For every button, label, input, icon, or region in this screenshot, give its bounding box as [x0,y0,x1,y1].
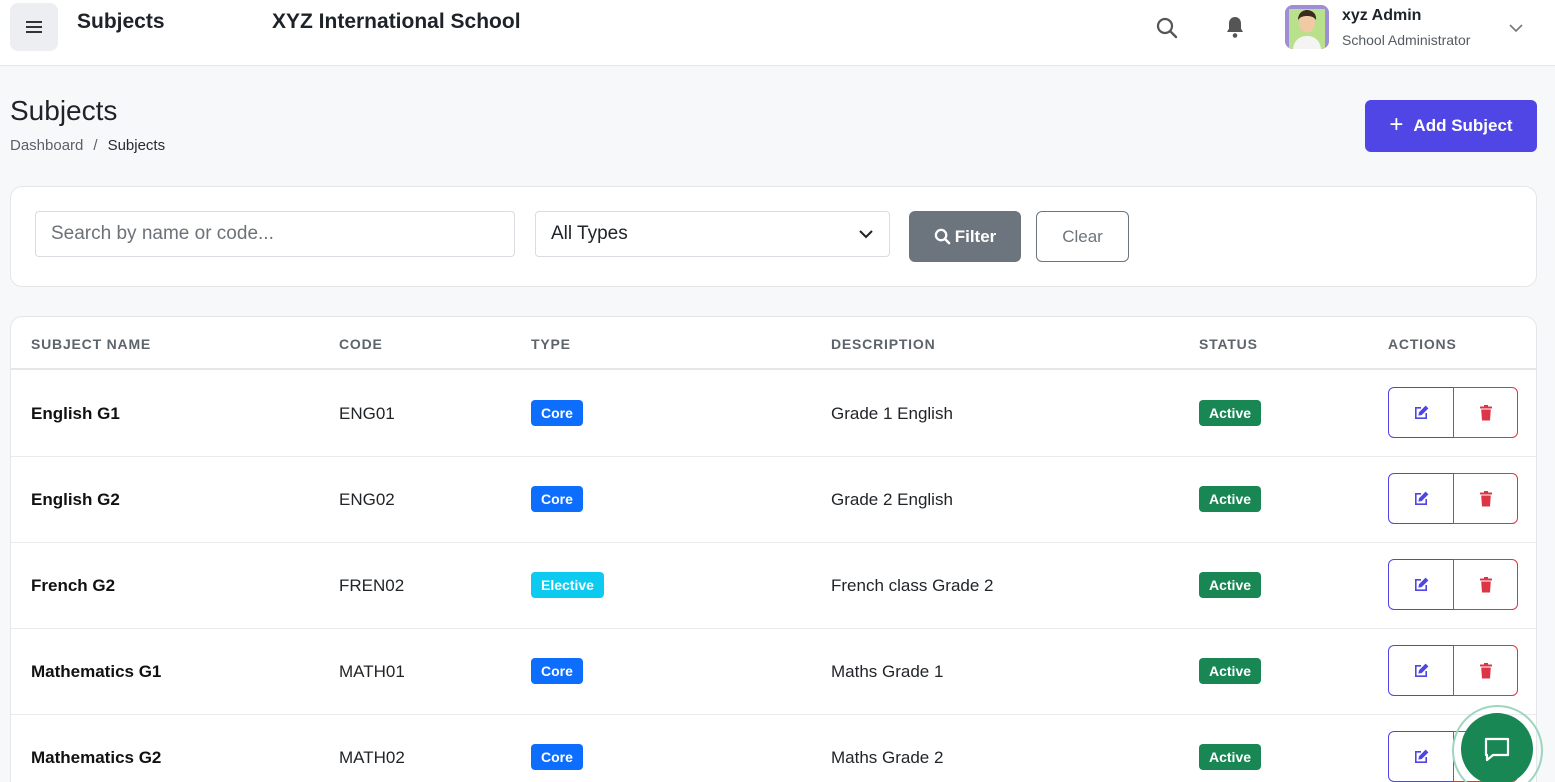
status-badge: Active [1199,486,1262,512]
header-title: Subjects [77,10,165,33]
type-badge: Core [531,486,583,512]
breadcrumb-separator: / [93,137,98,154]
status-badge: Active [1199,400,1262,426]
column-header-status: STATUS [1199,336,1258,352]
type-badge: Core [531,744,583,770]
column-header-code: CODE [339,336,383,352]
page-title: Subjects [10,95,118,126]
subjects-table: SUBJECT NAME CODE TYPE DESCRIPTION STATU… [10,316,1537,782]
bell-icon[interactable] [1224,15,1246,39]
subject-name: Mathematics G2 [31,748,162,767]
chevron-down-icon [859,230,873,239]
trash-icon [1477,490,1495,508]
add-subject-label: Add Subject [1413,116,1513,135]
edit-icon [1412,662,1430,680]
subject-description: Grade 1 English [831,404,953,423]
status-badge: Active [1199,658,1262,684]
edit-button[interactable] [1388,473,1454,524]
search-input[interactable] [35,211,515,257]
delete-button[interactable] [1453,645,1518,696]
edit-icon [1412,576,1430,594]
subject-name: English G2 [31,490,120,509]
subject-name: Mathematics G1 [31,662,162,681]
school-name: XYZ International School [272,10,521,33]
subject-description: French class Grade 2 [831,576,994,595]
top-bar: Subjects XYZ International School xyz Ad… [0,0,1555,66]
search-icon[interactable] [1155,16,1179,40]
column-header-subject-name: SUBJECT NAME [31,336,152,352]
status-badge: Active [1199,572,1262,598]
subject-code: ENG02 [339,490,395,509]
delete-button[interactable] [1453,559,1518,610]
subject-code: MATH01 [339,662,405,681]
user-role: School Administrator [1342,32,1471,48]
subject-code: MATH02 [339,748,405,767]
add-subject-button[interactable]: + Add Subject [1365,100,1537,152]
filter-button[interactable]: Filter [909,211,1021,262]
menu-toggle-button[interactable] [10,3,58,51]
delete-button[interactable] [1453,387,1518,438]
chat-button[interactable] [1461,713,1533,782]
edit-button[interactable] [1388,387,1454,438]
trash-icon [1477,576,1495,594]
delete-button[interactable] [1453,473,1518,524]
subject-description: Maths Grade 2 [831,748,944,767]
edit-icon [1412,748,1430,766]
column-header-actions: ACTIONS [1388,336,1457,352]
breadcrumb-dashboard-link[interactable]: Dashboard [10,137,83,154]
subject-description: Maths Grade 1 [831,662,944,681]
table-header: SUBJECT NAME CODE TYPE DESCRIPTION STATU… [11,317,1536,370]
plus-icon: + [1389,110,1404,138]
subject-code: FREN02 [339,576,405,595]
edit-button[interactable] [1388,731,1454,782]
clear-button[interactable]: Clear [1036,211,1129,262]
user-name: xyz Admin [1342,7,1422,24]
column-header-description: DESCRIPTION [831,336,936,352]
table-row: Mathematics G1 MATH01 Core Maths Grade 1 Act… [11,629,1536,715]
table-row: English G1 ENG01 Core Grade 1 English Active [11,371,1536,457]
subject-name: English G1 [31,404,120,423]
filter-button-label: Filter [954,226,997,246]
status-badge: Active [1199,744,1262,770]
avatar[interactable] [1285,5,1329,49]
chevron-down-icon[interactable] [1508,20,1524,36]
edit-button[interactable] [1388,645,1454,696]
edit-button[interactable] [1388,559,1454,610]
subject-description: Grade 2 English [831,490,953,509]
type-badge: Core [531,400,583,426]
trash-icon [1477,662,1495,680]
breadcrumb: Dashboard / Subjects [10,137,165,154]
type-badge: Elective [531,572,604,598]
type-select-value: All Types [551,223,628,244]
type-badge: Core [531,658,583,684]
subject-name: French G2 [31,576,116,595]
type-select[interactable]: All Types [535,211,890,257]
chat-icon [1484,737,1510,762]
search-icon [934,228,951,245]
hamburger-icon [26,21,42,33]
table-row: Mathematics G2 MATH02 Core Maths Grade 2 Act… [11,715,1536,782]
column-header-type: TYPE [531,336,571,352]
edit-icon [1412,490,1430,508]
breadcrumb-current: Subjects [107,137,166,154]
subject-code: ENG01 [339,404,395,423]
table-row: French G2 FREN02 Elective French class Grad… [11,543,1536,629]
filter-card: All Types Filter Clear [10,186,1537,287]
table-row: English G2 ENG02 Core Grade 2 English Active [11,457,1536,543]
trash-icon [1477,404,1495,422]
edit-icon [1412,404,1430,422]
